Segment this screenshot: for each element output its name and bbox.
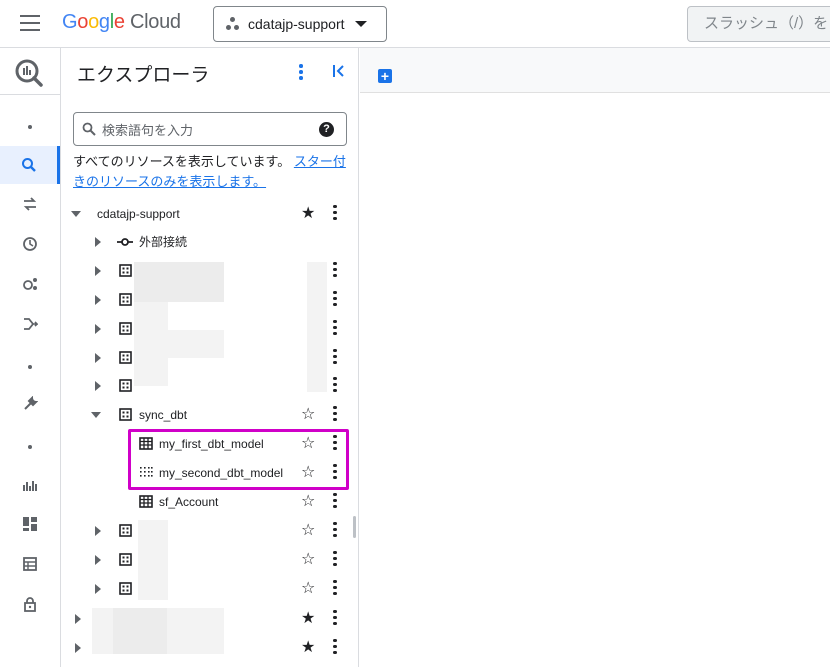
dataset-icon — [119, 553, 132, 566]
explorer-panel: エクスプローラ 検索語句を入力 ? すべてのリソースを表示しています。 スター付… — [61, 48, 359, 667]
table-label: sf_Account — [159, 494, 219, 509]
monitoring-chart-icon[interactable] — [0, 466, 60, 504]
more-options-icon[interactable] — [333, 376, 337, 395]
wrench-icon[interactable] — [0, 385, 60, 423]
star-filled-icon[interactable]: ★ — [301, 205, 315, 222]
more-options-icon[interactable] — [333, 492, 337, 511]
search-icon[interactable] — [0, 146, 60, 184]
explorer-search-input[interactable]: 検索語句を入力 ? — [73, 112, 347, 146]
top-bar: Google Cloud cdatajp-support スラッシュ（/）を — [0, 0, 830, 48]
more-options-icon[interactable] — [333, 521, 337, 540]
expand-arrow-icon[interactable] — [95, 554, 101, 565]
dropdown-caret-icon — [354, 21, 367, 27]
main-workspace: + — [360, 48, 830, 667]
expand-arrow-icon[interactable] — [75, 613, 81, 624]
expand-arrow-icon[interactable] — [75, 642, 81, 653]
help-icon[interactable]: ? — [319, 121, 334, 137]
search-icon — [82, 122, 96, 136]
global-search-input[interactable]: スラッシュ（/）を — [687, 6, 830, 42]
tree-dataset-row[interactable]: ☆ — [61, 545, 359, 574]
more-options-icon[interactable] — [333, 319, 337, 338]
table-icon — [139, 495, 153, 508]
expand-arrow-icon[interactable] — [95, 323, 101, 334]
annotation-highlight-box — [128, 429, 349, 490]
dataset-icon — [119, 351, 132, 364]
star-filled-icon[interactable]: ★ — [301, 639, 315, 656]
star-filled-icon[interactable]: ★ — [301, 610, 315, 627]
search-placeholder: 検索語句を入力 — [102, 122, 194, 138]
tree-project-row[interactable]: cdatajp-support ★ — [61, 199, 359, 228]
history-icon[interactable] — [0, 225, 60, 263]
explorer-title: エクスプローラ — [77, 65, 210, 86]
transfer-icon[interactable] — [0, 185, 60, 223]
bigquery-logo-icon[interactable] — [14, 58, 44, 88]
more-options-icon[interactable] — [333, 609, 337, 628]
more-options-icon[interactable] — [333, 204, 337, 223]
project-selector-button[interactable]: cdatajp-support — [213, 6, 387, 42]
redacted-block — [138, 520, 168, 600]
nav-dot — [0, 348, 60, 386]
redacted-block — [134, 302, 168, 386]
tree-external-row[interactable]: 外部接続 — [61, 227, 359, 256]
star-outline-icon[interactable]: ☆ — [301, 522, 315, 539]
star-outline-icon[interactable]: ☆ — [301, 406, 315, 423]
star-outline-icon[interactable]: ☆ — [301, 551, 315, 568]
resource-filter-info: すべてのリソースを表示しています。 スター付きのリソースのみを表示します。 — [73, 154, 346, 189]
new-tab-plus-icon[interactable]: + — [378, 69, 392, 83]
explorer-more-icon[interactable] — [299, 64, 303, 82]
more-options-icon[interactable] — [333, 405, 337, 424]
lock-icon[interactable] — [0, 585, 60, 623]
star-outline-icon[interactable]: ☆ — [301, 580, 315, 597]
collapse-arrow-icon[interactable] — [91, 411, 101, 418]
more-options-icon[interactable] — [333, 290, 337, 309]
expand-arrow-icon[interactable] — [95, 380, 101, 391]
dataset-label: sync_dbt — [139, 407, 188, 422]
more-options-icon[interactable] — [333, 579, 337, 598]
project-name: cdatajp-support — [248, 16, 345, 32]
expand-arrow-icon[interactable] — [95, 265, 101, 276]
redacted-block — [168, 330, 224, 358]
expand-arrow-icon[interactable] — [95, 583, 101, 594]
tree-dataset-row[interactable]: ☆ — [61, 516, 359, 545]
dataset-icon — [119, 322, 132, 335]
tree-dataset-row[interactable]: ☆ — [61, 574, 359, 603]
nav-dot — [0, 108, 60, 146]
expand-arrow-icon[interactable] — [95, 294, 101, 305]
analytics-hub-icon[interactable] — [0, 265, 60, 303]
expand-arrow-icon[interactable] — [71, 210, 81, 217]
redacted-block — [134, 262, 224, 302]
more-options-icon[interactable] — [333, 638, 337, 657]
dataset-icon — [119, 293, 132, 306]
project-label: cdatajp-support — [97, 206, 180, 221]
dataset-icon — [119, 264, 132, 277]
dataset-icon — [119, 408, 132, 421]
google-cloud-logo[interactable]: Google Cloud — [62, 11, 181, 34]
dataset-icon — [119, 582, 132, 595]
nav-dot — [0, 428, 60, 466]
table-view-icon[interactable] — [0, 545, 60, 583]
redacted-block — [113, 608, 167, 654]
external-label: 外部接続 — [139, 235, 188, 249]
dashboard-icon[interactable] — [0, 505, 60, 543]
external-connection-icon — [117, 237, 133, 246]
expand-arrow-icon[interactable] — [95, 352, 101, 363]
tree-dataset-sync-dbt-row[interactable]: sync_dbt ☆ — [61, 400, 359, 429]
more-options-icon[interactable] — [333, 348, 337, 367]
redacted-block — [307, 262, 327, 392]
dataform-icon[interactable] — [0, 305, 60, 343]
more-options-icon[interactable] — [333, 261, 337, 280]
main-menu-icon[interactable] — [20, 15, 40, 31]
project-icon — [226, 17, 240, 31]
dataset-icon — [119, 524, 132, 537]
collapse-panel-icon[interactable] — [332, 64, 346, 78]
tab-bar: + — [360, 48, 830, 93]
expand-arrow-icon[interactable] — [95, 236, 101, 247]
star-outline-icon[interactable]: ☆ — [301, 493, 315, 510]
tree-table-row[interactable]: sf_Account ☆ — [61, 487, 359, 516]
nav-rail — [0, 48, 61, 667]
scrollbar-thumb[interactable] — [353, 516, 356, 538]
expand-arrow-icon[interactable] — [95, 525, 101, 536]
more-options-icon[interactable] — [333, 550, 337, 569]
dataset-icon — [119, 379, 132, 392]
